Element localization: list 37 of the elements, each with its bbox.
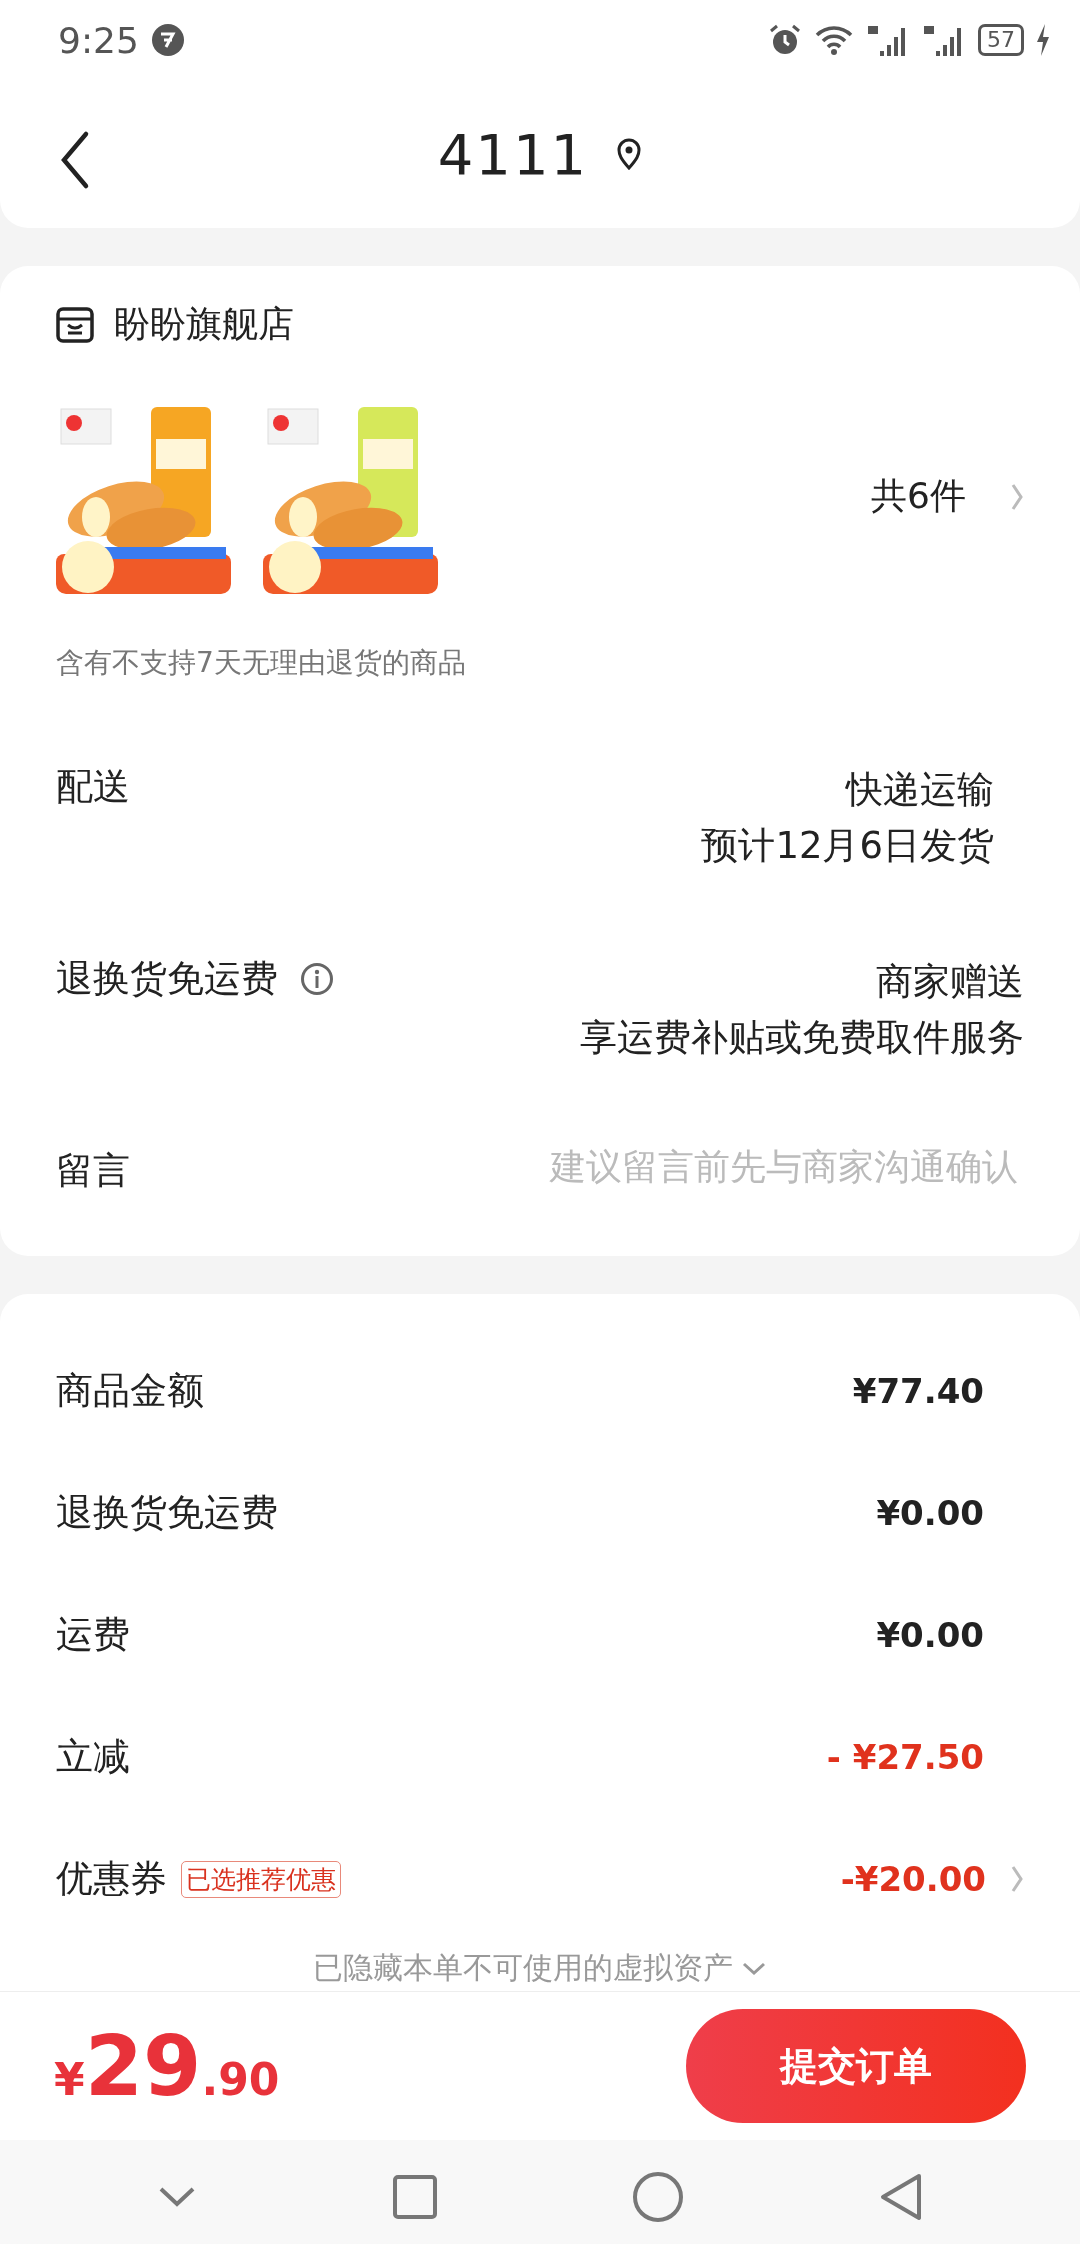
battery-icon: 57 — [978, 24, 1024, 56]
amount: ¥77.40 — [852, 1371, 984, 1411]
store-icon — [56, 306, 94, 343]
row-label: 退换货免运费 — [56, 956, 278, 1002]
total-price: ¥29.90 — [54, 2017, 280, 2115]
row-label: 商品金额 — [56, 1368, 204, 1414]
info-icon[interactable] — [300, 962, 334, 996]
message-field[interactable]: 建议留言前先与商家沟通确认 — [458, 1146, 1024, 1187]
clock: 9:25 — [58, 19, 139, 61]
location-pin-icon[interactable] — [616, 138, 643, 170]
chevron-down-icon[interactable] — [741, 1960, 767, 1977]
row-value: 享运费补贴或免费取件服务 — [580, 1015, 1024, 1061]
recommended-tag: 已选推荐优惠 — [181, 1860, 341, 1898]
submit-order-button[interactable]: 提交订单 — [686, 2009, 1026, 2123]
home-icon[interactable] — [632, 2171, 685, 2223]
amount: ¥0.00 — [876, 1493, 984, 1533]
row-label: 立减 — [56, 1734, 130, 1780]
amount: -¥20.00 — [840, 1859, 986, 1899]
page-title: 4111 — [437, 121, 589, 187]
app-icon — [150, 23, 185, 57]
row-value: 商家赠送 — [876, 959, 1024, 1005]
row-value: 快递运输 — [846, 767, 994, 813]
recents-icon[interactable] — [391, 2174, 438, 2220]
wifi-icon — [814, 24, 854, 56]
charging-icon — [1036, 24, 1050, 56]
amount: ¥0.00 — [876, 1615, 984, 1655]
alarm-icon — [768, 23, 802, 57]
row-label: 运费 — [56, 1612, 130, 1658]
row-label: 留言 — [56, 1148, 130, 1194]
row-label: 配送 — [56, 764, 130, 810]
return-policy-note: 含有不支持7天无理由退货的商品 — [56, 645, 467, 681]
row-value: 预计12月6日发货 — [701, 823, 994, 869]
row-label: 退换货免运费 — [56, 1490, 278, 1536]
item-count[interactable]: 共6件 — [871, 472, 966, 521]
row-label: 优惠券 — [56, 1856, 167, 1902]
amount: - ¥27.50 — [826, 1737, 984, 1777]
store-name[interactable]: 盼盼旗舰店 — [114, 300, 294, 349]
